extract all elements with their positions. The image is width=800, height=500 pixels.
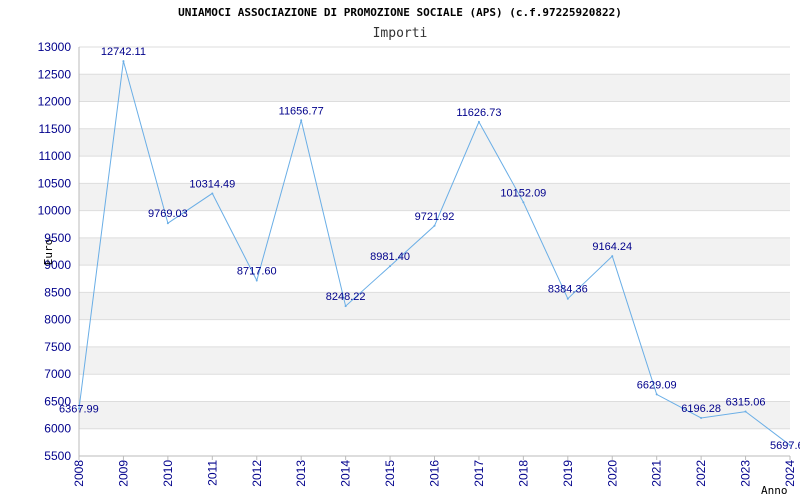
y-tick-label: 8500 bbox=[44, 285, 71, 299]
chart-title: UNIAMOCI ASSOCIAZIONE DI PROMOZIONE SOCI… bbox=[178, 6, 622, 19]
data-label: 11626.73 bbox=[456, 107, 501, 119]
y-tick-label: 11000 bbox=[39, 149, 72, 163]
x-tick-label: 2008 bbox=[72, 460, 86, 487]
data-point bbox=[344, 305, 347, 308]
y-tick-label: 13000 bbox=[38, 40, 72, 54]
y-tick-label: 12500 bbox=[38, 67, 72, 81]
x-tick-label: 2012 bbox=[250, 460, 264, 487]
x-tick-label: 2017 bbox=[472, 460, 486, 487]
data-point bbox=[211, 192, 214, 195]
x-tick-label: 2022 bbox=[694, 460, 708, 487]
background-band bbox=[79, 346, 790, 375]
background-band bbox=[79, 292, 790, 320]
data-point bbox=[655, 393, 658, 396]
x-tick-label: 2010 bbox=[161, 460, 175, 487]
data-point bbox=[566, 297, 569, 300]
data-point bbox=[433, 224, 436, 227]
data-point bbox=[122, 60, 125, 63]
x-axis-label: Anno bbox=[761, 484, 788, 497]
data-point bbox=[744, 410, 747, 413]
data-label: 8981.40 bbox=[370, 251, 410, 263]
x-tick-label: 2018 bbox=[516, 460, 530, 487]
y-tick-label: 11500 bbox=[39, 122, 72, 136]
x-tick-label: 2014 bbox=[339, 460, 353, 487]
data-point bbox=[522, 201, 525, 204]
data-label: 9721.92 bbox=[415, 211, 455, 223]
data-point bbox=[611, 255, 614, 258]
background-bands bbox=[79, 74, 790, 429]
x-tick-label: 2020 bbox=[605, 460, 619, 487]
y-tick-label: 10000 bbox=[38, 204, 72, 218]
y-tick-label: 12000 bbox=[38, 95, 72, 109]
data-label: 9164.24 bbox=[592, 241, 632, 253]
data-point bbox=[389, 265, 392, 268]
data-label: 6367.99 bbox=[59, 404, 99, 416]
data-point bbox=[255, 279, 258, 282]
x-tick-label: 2023 bbox=[739, 460, 753, 487]
data-label: 12742.11 bbox=[101, 46, 146, 58]
y-tick-label: 8000 bbox=[44, 313, 71, 327]
x-tick-label: 2019 bbox=[561, 460, 575, 487]
background-band bbox=[79, 237, 790, 266]
data-label: 6196.28 bbox=[681, 403, 721, 415]
data-point bbox=[700, 417, 703, 420]
data-label: 8717.60 bbox=[237, 266, 277, 278]
data-label: 6629.09 bbox=[637, 379, 677, 391]
data-label: 10314.49 bbox=[189, 178, 235, 190]
y-tick-label: 7500 bbox=[44, 340, 71, 354]
x-tick-label: 2011 bbox=[205, 460, 219, 486]
data-label: 5697.60 bbox=[770, 440, 800, 452]
background-band bbox=[79, 183, 790, 211]
background-band bbox=[79, 74, 790, 102]
data-label: 9769.03 bbox=[148, 208, 188, 220]
x-axis-ticks: 2008 2009 2010 2011 2012 2013 2014 2015 2016 2017… bbox=[72, 456, 797, 487]
x-tick-label: 2015 bbox=[383, 460, 397, 487]
y-tick-label: 7000 bbox=[44, 367, 71, 381]
x-tick-label: 2024 bbox=[783, 460, 797, 487]
y-axis-label: Euro bbox=[42, 239, 55, 266]
background-band bbox=[79, 128, 790, 157]
chart-subtitle: Importi bbox=[373, 26, 428, 41]
data-label: 11656.77 bbox=[279, 105, 324, 117]
data-point bbox=[300, 119, 303, 122]
data-point bbox=[166, 222, 169, 225]
x-tick-label: 2013 bbox=[294, 460, 308, 487]
x-tick-label: 2016 bbox=[428, 460, 442, 487]
data-point bbox=[477, 120, 480, 123]
data-label: 8384.36 bbox=[548, 284, 588, 296]
data-label: 10152.09 bbox=[500, 187, 546, 199]
data-label: 8248.22 bbox=[326, 291, 366, 303]
y-tick-label: 10500 bbox=[38, 176, 72, 190]
y-tick-label: 5500 bbox=[44, 449, 71, 463]
line-chart: UNIAMOCI ASSOCIAZIONE DI PROMOZIONE SOCI… bbox=[38, 6, 800, 497]
x-tick-label: 2021 bbox=[650, 460, 664, 487]
data-label: 6315.06 bbox=[726, 397, 766, 409]
x-tick-label: 2009 bbox=[116, 460, 130, 487]
y-tick-label: 6000 bbox=[44, 422, 71, 436]
